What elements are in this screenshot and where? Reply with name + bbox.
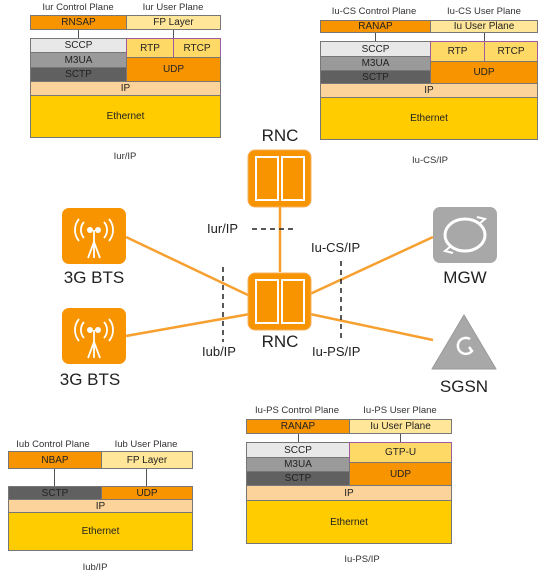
iucs-interface-label: Iu-CS/IP [311,240,361,255]
link-bts1-rnc [125,235,251,298]
iub-interface-label: Iub/IP [202,344,236,359]
sgsn-label: SGSN [439,377,489,396]
mgw-label: MGW [443,268,487,287]
link-bts2-rnc [125,312,251,338]
mgw-icon [433,207,497,263]
bts1-label: 3G BTS [63,268,125,287]
diagram: Iur Control Plane Iur User Plane RNSAP F… [0,0,557,579]
rnc-top-label: RNC [261,126,299,145]
bts-antenna-icon [62,208,126,264]
network-links [62,149,497,370]
sgsn-icon [431,314,497,370]
bts-antenna-icon [62,308,126,364]
link-rnc-sgsn [309,312,434,342]
bts2-label: 3G BTS [59,370,121,389]
rnc-bottom-icon [247,272,312,331]
iups-interface-label: Iu-PS/IP [312,344,361,359]
rnc-bottom-label: RNC [261,332,299,351]
iur-interface-label: Iur/IP [207,221,239,236]
rnc-top-icon [247,149,312,208]
